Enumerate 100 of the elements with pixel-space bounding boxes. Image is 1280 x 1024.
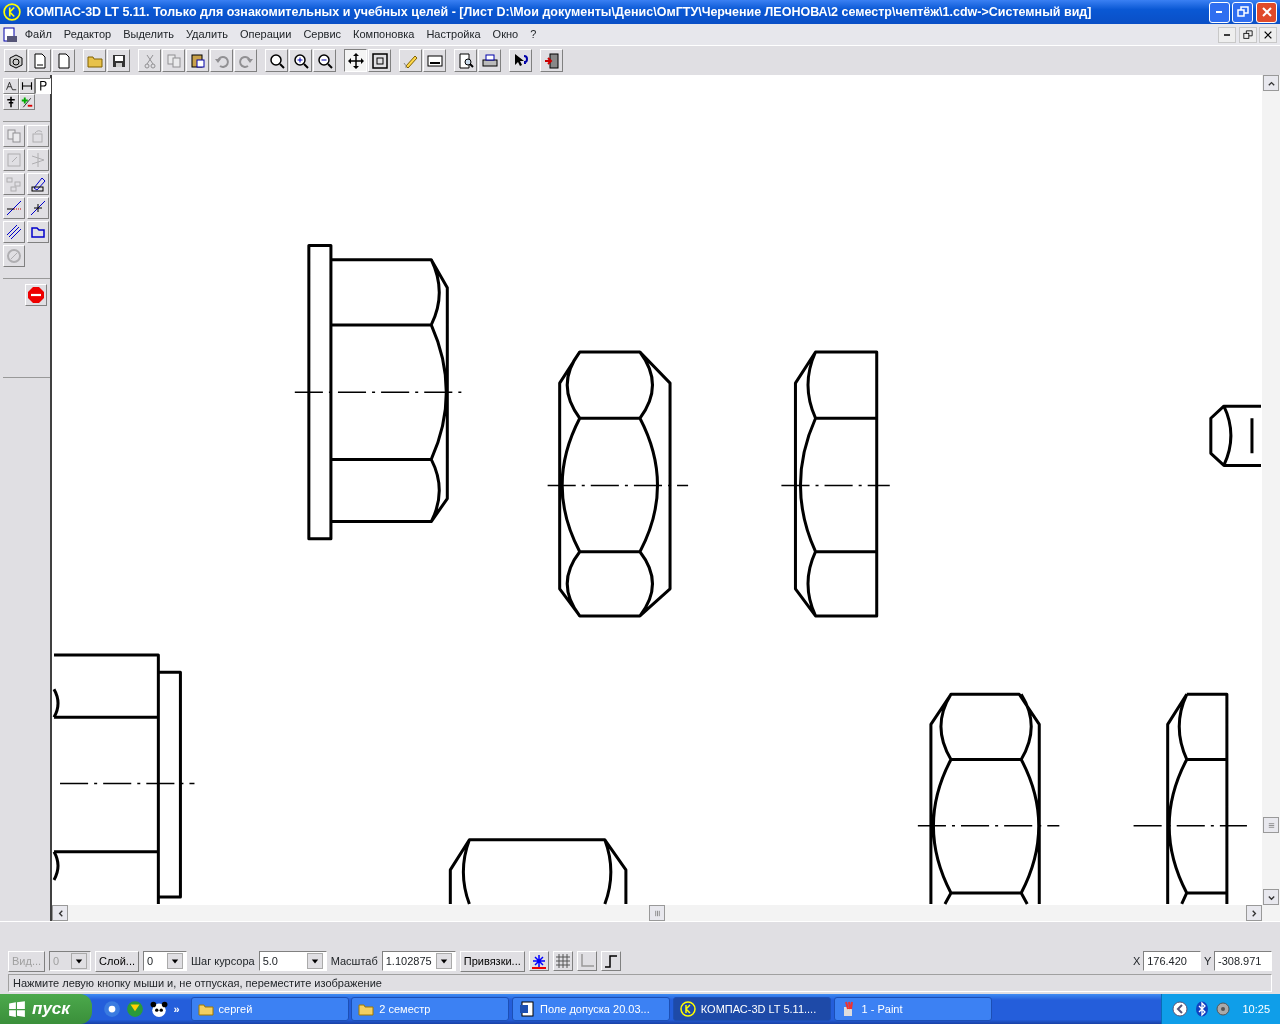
restore-button[interactable] (1238, 26, 1257, 43)
dropdown-arrow-icon (439, 957, 448, 965)
help-pointer-icon (512, 52, 529, 69)
deform-icon (29, 175, 46, 192)
toggle-button[interactable] (600, 951, 621, 971)
round-icon (5, 247, 22, 264)
taskbar-button[interactable]: КОМПАС-3D LT 5.11.... (672, 997, 831, 1021)
menu-item[interactable]: Удалить (179, 26, 234, 43)
close-icon (1263, 29, 1274, 40)
tool-button[interactable] (2, 220, 25, 243)
nut-drawing (1209, 404, 1262, 467)
cube-icon (7, 52, 24, 69)
stop-sign-icon (28, 287, 45, 303)
restore-icon (1242, 29, 1253, 40)
break-icon (29, 199, 46, 216)
speaker-icon (1215, 1001, 1232, 1017)
rotate-icon (29, 127, 46, 144)
clipboard-icon (189, 52, 206, 69)
menu-item[interactable]: Файл (18, 26, 58, 43)
bluetooth-icon (1193, 1001, 1210, 1017)
magnifier-icon (268, 52, 285, 69)
scroll-right-button[interactable] (1246, 905, 1262, 921)
y-coordinate-field: -308.971 (1214, 951, 1272, 971)
document-icon (519, 1001, 536, 1017)
restore-icon (1236, 6, 1249, 18)
array-icon (5, 175, 22, 192)
grip-icon (1266, 820, 1276, 830)
windows-flag-icon (8, 1000, 26, 1018)
menu-item[interactable]: ? (524, 26, 543, 43)
toolbar-button[interactable] (344, 49, 367, 72)
menu-item[interactable]: Компоновка (347, 26, 421, 43)
page-icon (31, 52, 48, 69)
taskbar-button[interactable]: сергей (190, 997, 349, 1021)
square-frame-icon (371, 52, 388, 69)
scroll-thumb[interactable] (649, 905, 665, 921)
minimize-icon (1223, 33, 1230, 36)
tool-button[interactable] (26, 172, 49, 195)
snaps-button[interactable]: Привязки... (459, 950, 525, 972)
minimize-button[interactable] (1217, 26, 1236, 43)
text-tool-icon (4, 79, 17, 92)
door-icon (543, 52, 560, 69)
taskbar-button[interactable]: Поле допуска 20.03... (512, 997, 671, 1021)
axes-icon (578, 953, 595, 969)
dropdown-arrow-icon (171, 957, 179, 965)
stop-button[interactable] (25, 284, 48, 306)
window-title: КОМПАС-3D LT 5.11. Только для ознакомительных и учебных целей - [Лист D:\Мои документы\Денис\ОмГТУ\Черчение ЛЕОНОВА\2 семестр\чептёж\1.cdw->Системный вид] (26, 3, 1093, 21)
y-label: Y (1203, 953, 1212, 969)
grid-icon (554, 953, 571, 969)
scroll-up-button[interactable] (1263, 75, 1279, 91)
layer-dropdown[interactable]: 0 (143, 951, 187, 971)
toggle-button[interactable] (576, 951, 597, 971)
scale-dropdown[interactable]: 1.102875 (381, 951, 456, 971)
cursor-step-label: Шаг курсора (191, 953, 255, 969)
toggle-button[interactable] (528, 951, 549, 971)
close-icon (1260, 6, 1273, 18)
trim-icon (5, 199, 22, 216)
status-message: Нажмите левую кнопку мыши и, не отпуская, переместите изображение (8, 974, 1272, 992)
tool-button[interactable] (2, 196, 25, 219)
dimension-icon (20, 79, 33, 92)
page-magnifier-icon (457, 52, 474, 69)
menu-item[interactable]: Выделить (117, 26, 180, 43)
toggle-button[interactable] (552, 951, 573, 971)
zoom-in-icon (292, 52, 309, 69)
four-way-arrow-icon (347, 52, 364, 69)
folder-icon (358, 1001, 375, 1017)
panda-icon (149, 1000, 168, 1018)
hatch-icon (5, 223, 22, 240)
tool-button[interactable] (26, 220, 49, 243)
kompas-logo-icon (679, 1001, 696, 1017)
close-button[interactable] (1259, 26, 1278, 43)
page-icon (55, 52, 72, 69)
scroll-left-button[interactable] (52, 905, 68, 921)
menu-item[interactable]: Окно (486, 26, 525, 43)
scroll-thumb[interactable] (1263, 817, 1279, 833)
menu-item[interactable]: Редактор (57, 26, 118, 43)
scale-icon (5, 151, 22, 168)
copy-icon (165, 52, 182, 69)
kompas-logo-icon (3, 3, 21, 21)
clock: 10:25 (1242, 1001, 1270, 1017)
plus-minus-icon (20, 95, 33, 108)
taskbar-button[interactable]: 2 семестр (351, 997, 510, 1021)
more-button[interactable]: » (173, 1000, 180, 1018)
quick-launch-button[interactable] (149, 1000, 168, 1018)
start-button[interactable]: пуск (0, 994, 92, 1024)
scissors-icon (141, 52, 158, 69)
cursor-step-dropdown[interactable]: 5.0 (258, 951, 327, 971)
symbol-icon (4, 95, 17, 108)
printer-icon (481, 52, 498, 69)
scroll-down-button[interactable] (1263, 889, 1279, 905)
menu-item[interactable]: Настройка (420, 26, 487, 43)
menu-item[interactable]: Сервис (297, 26, 348, 43)
dropdown-arrow-icon (75, 957, 84, 965)
scale-label: Масштаб (330, 953, 378, 969)
layer-button[interactable]: Слой... (95, 950, 139, 972)
taskbar-button[interactable]: 1 - Paint (833, 997, 992, 1021)
panel-icon (426, 52, 443, 69)
tool-button[interactable] (26, 196, 49, 219)
dropdown-arrow-icon (310, 957, 319, 965)
menu-item[interactable]: Операции (233, 26, 298, 43)
minimize-icon (1216, 11, 1222, 13)
